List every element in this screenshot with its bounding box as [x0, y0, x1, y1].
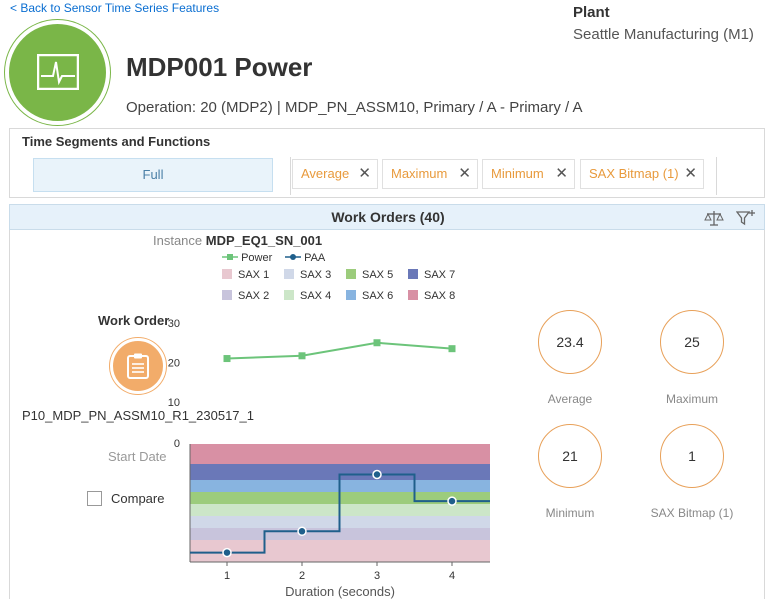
kpi-value: 21 — [538, 424, 602, 488]
legend-sax-4: SAX 4 — [284, 290, 331, 302]
legend-swatch — [222, 269, 232, 279]
kpi-maximum: 25 Maximum — [638, 310, 746, 406]
kpi-label: SAX Bitmap (1) — [650, 506, 734, 520]
legend-sax-7: SAX 7 — [408, 269, 455, 281]
kpi-label: Maximum — [665, 392, 718, 406]
segment-full-button[interactable]: Full — [33, 158, 273, 192]
legend-sax-1: SAX 1 — [222, 269, 269, 281]
back-link[interactable]: < Back to Sensor Time Series Features — [10, 1, 219, 15]
legend-label: SAX 6 — [362, 290, 394, 302]
instance-row: Instance MDP_EQ1_SN_001 — [153, 233, 322, 248]
legend-sax-3: SAX 3 — [284, 269, 331, 281]
plant-label: Plant — [573, 4, 610, 21]
plant-info: Plant Seattle Manufacturing (M1) — [573, 4, 754, 43]
clipboard-icon — [127, 353, 149, 379]
legend-sax-6: SAX 6 — [346, 290, 393, 302]
legend-sax-2: SAX 2 — [222, 290, 269, 302]
legend-label: SAX 5 — [362, 269, 394, 281]
monitor-pulse-icon — [37, 54, 79, 90]
kpi-value: 23.4 — [538, 310, 602, 374]
work-order-label: Work Order — [98, 313, 170, 328]
legend-label: SAX 8 — [424, 290, 456, 302]
scale-icon[interactable] — [704, 208, 724, 228]
instance-value: MDP_EQ1_SN_001 — [205, 233, 323, 248]
work-orders-header: Work Orders (40) — [9, 204, 765, 230]
kpi-average: 23.4 Average — [516, 310, 624, 406]
kpi-sax-bitmap: 1 SAX Bitmap (1) — [632, 424, 752, 520]
segments-divider — [716, 157, 717, 195]
filter-add-icon[interactable] — [735, 208, 756, 228]
instance-label: Instance — [153, 233, 203, 248]
work-orders-title: Work Orders (40) — [331, 209, 445, 225]
legend-swatch — [408, 269, 418, 279]
legend-paa: PAA — [285, 252, 325, 264]
remove-icon[interactable]: ✕ — [555, 160, 568, 188]
legend-label: SAX 3 — [300, 269, 332, 281]
work-order-id[interactable]: P10_MDP_PN_ASSM10_R1_230517_1 — [22, 408, 254, 423]
token-label: Average — [301, 166, 350, 181]
plant-value: Seattle Manufacturing (M1) — [573, 26, 754, 43]
compare-checkbox[interactable] — [87, 491, 102, 506]
legend-swatch — [408, 290, 418, 300]
kpi-label: Average — [547, 392, 593, 406]
remove-icon[interactable]: ✕ — [358, 160, 371, 188]
token-label: Minimum — [491, 166, 544, 181]
legend-power: Power — [222, 252, 272, 264]
legend-marker-circle-icon — [285, 252, 301, 264]
work-order-avatar[interactable] — [110, 338, 166, 394]
legend-sax-8: SAX 8 — [408, 290, 455, 302]
function-token-maximum[interactable]: Maximum ✕ — [382, 159, 478, 189]
token-label: Maximum — [391, 166, 448, 181]
legend-label: PAA — [304, 252, 326, 264]
compare-label: Compare — [111, 491, 165, 506]
legend-label: SAX 2 — [238, 290, 270, 302]
sensor-avatar — [5, 20, 110, 125]
time-segments-panel: Time Segments and Functions Full Average… — [9, 128, 765, 198]
legend-label: Power — [241, 252, 273, 264]
token-label: SAX Bitmap (1) — [589, 166, 679, 181]
legend-swatch — [284, 269, 294, 279]
start-date-label: Start Date — [108, 449, 167, 464]
function-token-minimum[interactable]: Minimum ✕ — [482, 159, 575, 189]
legend-swatch — [346, 269, 356, 279]
page-title: MDP001 Power — [126, 52, 313, 82]
remove-icon[interactable]: ✕ — [684, 160, 697, 188]
segments-divider — [290, 157, 291, 195]
function-token-sax-bitmap[interactable]: SAX Bitmap (1) ✕ — [580, 159, 704, 189]
operation-subtitle: Operation: 20 (MDP2) | MDP_PN_ASSM10, Pr… — [126, 99, 583, 116]
kpi-value: 1 — [660, 424, 724, 488]
kpi-minimum: 21 Minimum — [516, 424, 624, 520]
legend-label: SAX 1 — [238, 269, 270, 281]
segments-title: Time Segments and Functions — [22, 134, 211, 149]
compare-control[interactable]: Compare — [87, 491, 164, 506]
legend-label: SAX 7 — [424, 269, 456, 281]
legend-swatch — [346, 290, 356, 300]
legend-swatch — [222, 290, 232, 300]
kpi-value: 25 — [660, 310, 724, 374]
function-token-average[interactable]: Average ✕ — [292, 159, 378, 189]
legend-marker-square-icon — [222, 252, 238, 264]
remove-icon[interactable]: ✕ — [458, 160, 471, 188]
legend-swatch — [284, 290, 294, 300]
legend-label: SAX 4 — [300, 290, 332, 302]
kpi-label: Minimum — [545, 506, 595, 520]
legend-sax-5: SAX 5 — [346, 269, 393, 281]
